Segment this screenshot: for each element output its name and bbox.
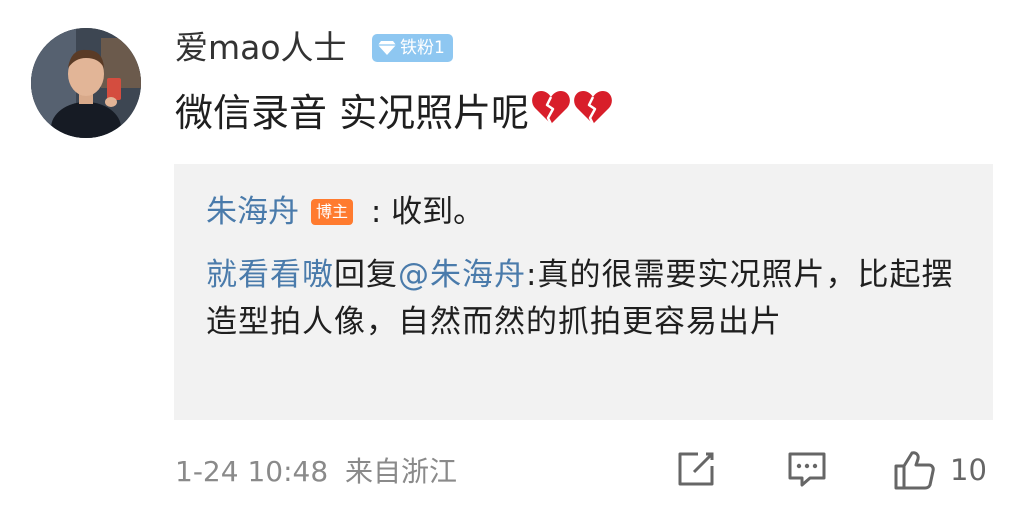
reply-text: 收到。 (391, 194, 485, 230)
reply-author[interactable]: 朱海舟 (206, 190, 299, 234)
comment-text: 微信录音 实况照片呢 (175, 86, 613, 140)
share-icon (678, 452, 714, 486)
comment-time: 1-24 10:48 (175, 455, 329, 488)
thumbs-up-icon (894, 451, 935, 490)
broken-heart-icon (531, 86, 571, 140)
share-button[interactable] (676, 448, 718, 488)
comment-button[interactable] (786, 448, 828, 488)
avatar[interactable] (31, 28, 141, 138)
diamond-icon (378, 41, 396, 55)
fan-badge[interactable]: 铁粉1 (372, 34, 453, 62)
fan-badge-label: 铁粉1 (400, 38, 445, 58)
like-count: 10 (950, 453, 987, 487)
avatar-photo (31, 28, 141, 138)
reply-word: 回复 (334, 257, 398, 293)
comment-body: 微信录音 实况照片呢 (175, 91, 530, 135)
owner-badge: 博主 (311, 199, 354, 225)
reply-item: 朱海舟 博主 : 收到。 (206, 190, 484, 234)
reply-item: 就看看嗷回复@朱海舟:真的很需要实况照片，比起摆造型拍人像，自然而然的抓拍更容易… (206, 252, 976, 346)
reply-mention[interactable]: @朱海舟 (398, 257, 526, 293)
reply-author[interactable]: 就看看嗷 (206, 257, 334, 293)
comment-location: 来自浙江 (345, 455, 458, 488)
like-button[interactable]: 10 (892, 448, 987, 492)
reply-box[interactable]: 朱海舟 博主 : 收到。 就看看嗷回复@朱海舟:真的很需要实况照片，比起摆造型拍… (174, 164, 993, 420)
reply-separator: : (361, 194, 392, 230)
username[interactable]: 爱mao人士 (175, 26, 347, 70)
comment-meta: 1-24 10:48 来自浙江 (175, 450, 457, 494)
broken-heart-icon (573, 86, 613, 140)
comment-icon (788, 452, 826, 487)
